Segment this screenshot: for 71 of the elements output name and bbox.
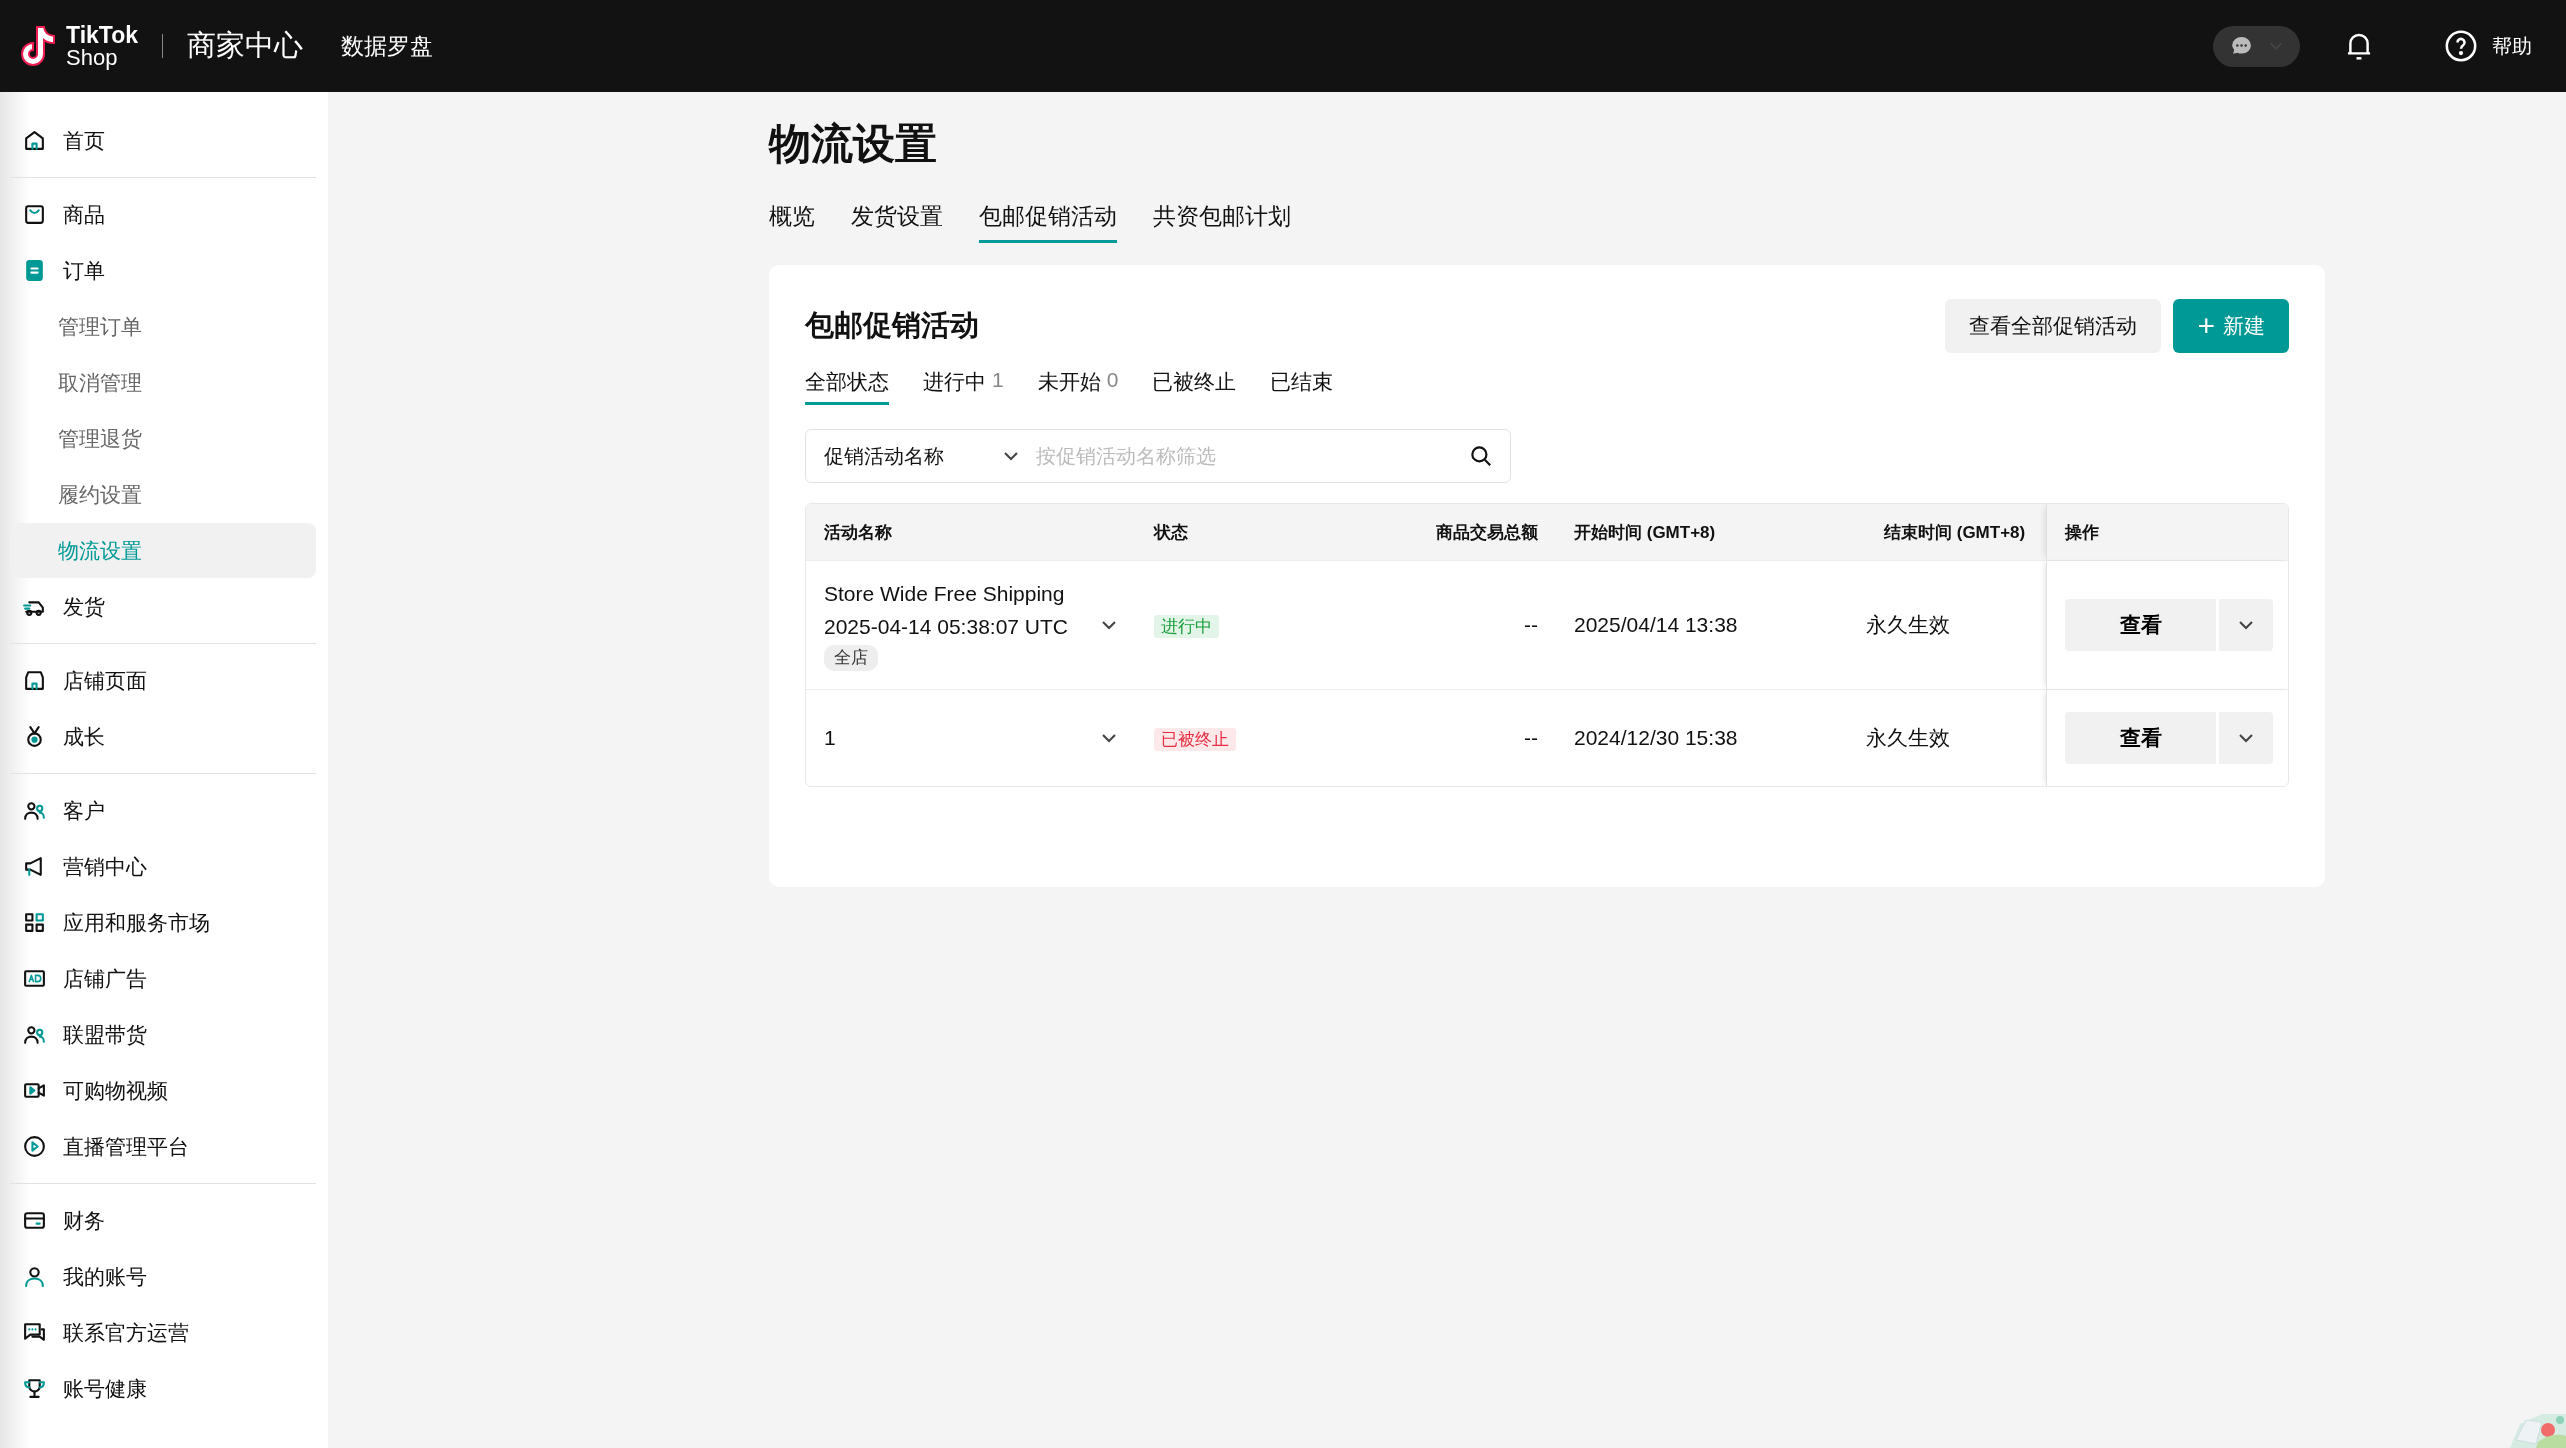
status-tab[interactable]: 未开始 0 xyxy=(1037,367,1119,405)
sidebar-item[interactable]: 成长 xyxy=(10,709,316,764)
search-field[interactable]: 促销活动名称 按促销活动名称筛选 xyxy=(805,429,1511,483)
filter-select[interactable]: 促销活动名称 xyxy=(806,430,1034,482)
sidebar-item[interactable]: 店铺页面 xyxy=(10,653,316,708)
sidebar-item[interactable]: 管理退货 xyxy=(10,411,316,466)
sidebar-item[interactable]: 联盟带货 xyxy=(10,1007,316,1062)
sidebar-item[interactable]: 可购物视频 xyxy=(10,1063,316,1118)
sidebar-item[interactable]: 应用和服务市场 xyxy=(10,895,316,950)
help-link[interactable]: 帮助 xyxy=(2492,32,2532,60)
page-title: 物流设置 xyxy=(769,119,938,169)
sidebar-item[interactable]: 首页 xyxy=(10,113,316,168)
status-tab[interactable]: 已结束 xyxy=(1270,367,1334,405)
bag-icon xyxy=(22,202,47,227)
sidebar-item[interactable]: 财务 xyxy=(10,1193,316,1248)
column-header: 状态 xyxy=(1152,521,1189,544)
column-header: 活动名称 xyxy=(823,521,893,544)
tab[interactable]: 共资包邮计划 xyxy=(1153,200,1291,243)
column-header: 商品交易总额 xyxy=(1435,521,1539,544)
search-icon[interactable] xyxy=(1468,443,1494,469)
column-header: 操作 xyxy=(2065,521,2099,544)
sidebar-item[interactable]: 发货 xyxy=(10,579,316,634)
scope-tag: 全店 xyxy=(824,645,878,672)
sidebar-item[interactable]: 履约设置 xyxy=(10,467,316,522)
sidebar-item[interactable]: 联系官方运营 xyxy=(10,1305,316,1360)
chat-button[interactable] xyxy=(2213,25,2300,67)
promotion-name: Store Wide Free Shipping xyxy=(824,580,1066,607)
sidebar-item[interactable]: 我的账号 xyxy=(10,1249,316,1304)
view-button[interactable]: 查看 xyxy=(2065,712,2216,764)
logo-text: TikTok xyxy=(66,23,138,47)
store-icon xyxy=(22,668,47,693)
new-button[interactable]: + 新建 xyxy=(2173,299,2289,353)
table-cell: 2024/12/30 15:38 xyxy=(1574,726,1738,749)
column-header: 开始时间 (GMT+8) xyxy=(1573,521,1717,544)
promotion-time: 2025-04-14 05:38:07 UTC xyxy=(824,614,1068,641)
tab[interactable]: 发货设置 xyxy=(851,200,943,243)
table-cell: 永久生效 xyxy=(1866,613,1950,636)
grid-icon xyxy=(22,910,47,935)
nav-link[interactable]: 数据罗盘 xyxy=(341,30,433,62)
sidebar-item[interactable]: 营销中心 xyxy=(10,839,316,894)
status-tag: 已被终止 xyxy=(1154,727,1236,751)
help-icon[interactable] xyxy=(2444,29,2478,63)
table-cell: 永久生效 xyxy=(1866,726,1950,749)
play-circle-icon xyxy=(22,1134,47,1159)
header-title: 商家中心 xyxy=(187,28,303,63)
person-icon xyxy=(22,1264,47,1289)
sidebar-item[interactable]: 商品 xyxy=(10,187,316,242)
logo-text: Shop xyxy=(66,46,119,69)
tab[interactable]: 概览 xyxy=(769,200,815,243)
card-title: 包邮促销活动 xyxy=(805,308,980,343)
sidebar-item[interactable]: 客户 xyxy=(10,783,316,838)
table-cell: -- xyxy=(1524,613,1538,636)
view-button[interactable]: 查看 xyxy=(2065,599,2216,651)
status-tab[interactable]: 已被终止 xyxy=(1152,367,1237,405)
status-tab[interactable]: 进行中 1 xyxy=(923,367,1004,405)
status-tab[interactable]: 全部状态 xyxy=(805,367,889,405)
home-icon xyxy=(22,128,47,153)
trophy-icon xyxy=(22,1376,47,1401)
tab[interactable]: 包邮促销活动 xyxy=(979,200,1117,243)
table-cell: -- xyxy=(1524,726,1538,749)
sidebar-item[interactable]: 管理订单 xyxy=(10,299,316,354)
status-tag: 进行中 xyxy=(1154,614,1219,638)
sidebar-item[interactable]: 账号健康 xyxy=(10,1361,316,1416)
sidebar-item[interactable]: 订单 xyxy=(10,243,316,298)
table-cell: 2025/04/14 13:38 xyxy=(1574,613,1738,636)
column-header: 结束时间 (GMT+8) xyxy=(1883,521,2027,544)
view-all-button[interactable]: 查看全部促销活动 xyxy=(1945,299,2162,353)
sidebar-item[interactable]: 店铺广告 xyxy=(10,951,316,1006)
sidebar-item[interactable]: 取消管理 xyxy=(10,355,316,410)
sidebar-item[interactable]: 直播管理平台 xyxy=(10,1119,316,1174)
promotion-name: 1 xyxy=(824,725,836,752)
